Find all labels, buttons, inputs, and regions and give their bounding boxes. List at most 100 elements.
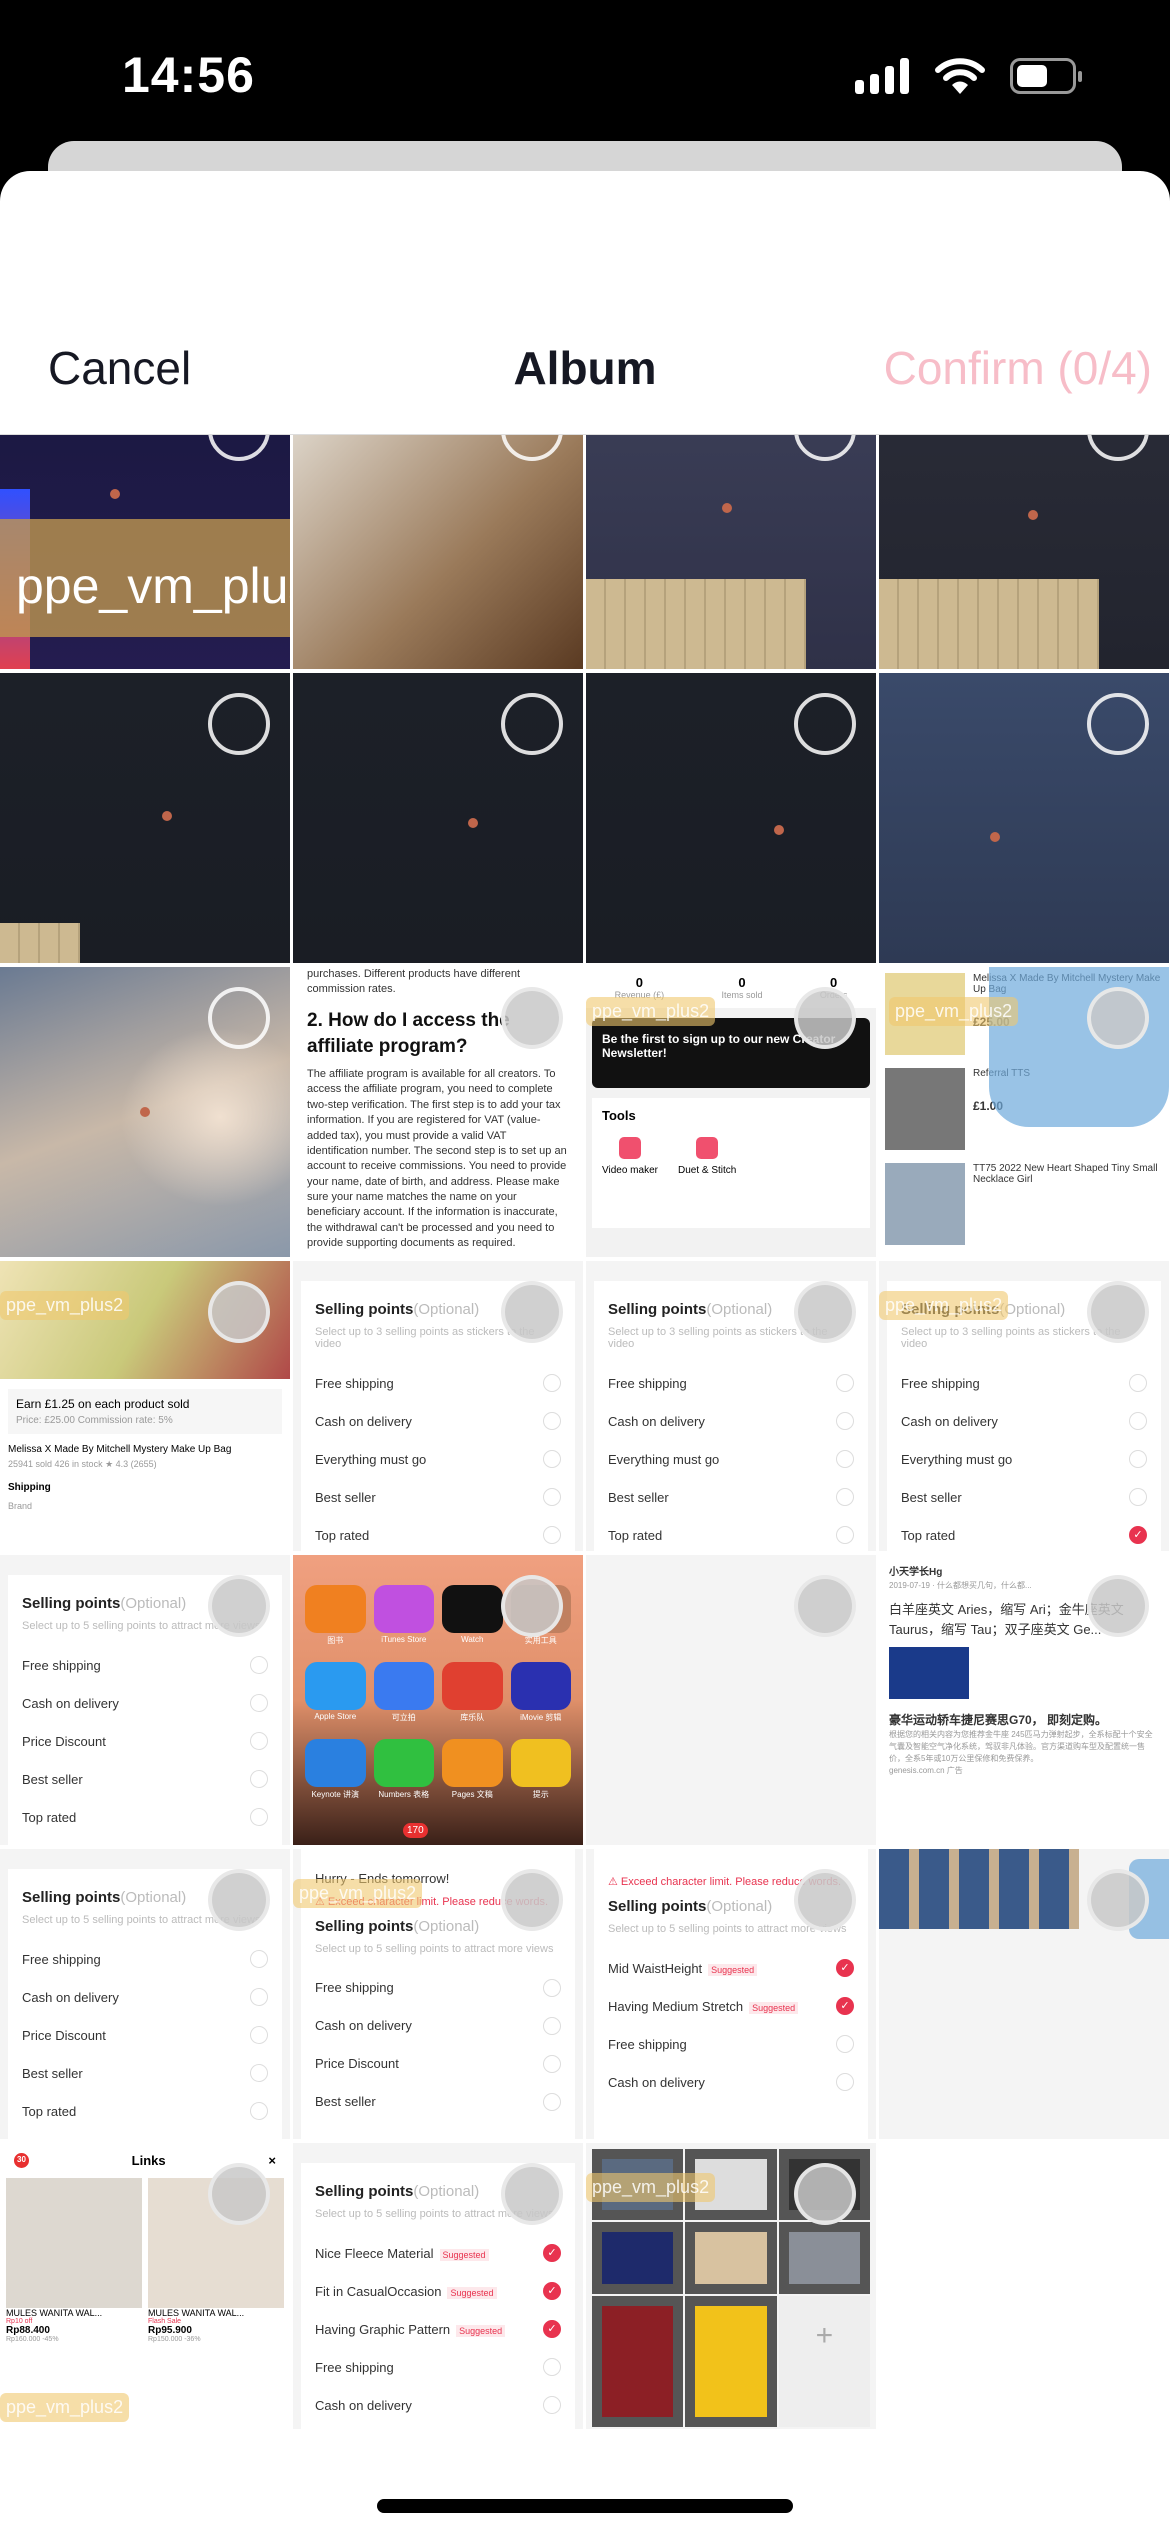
selling-point-option[interactable]: Price Discount (22, 1722, 268, 1760)
album-cell-article[interactable]: 小天学长Hg 2019-07-19 · 什么都想买几句，什么都... 白羊座英文 A… (879, 1555, 1169, 1845)
selling-point-option[interactable]: Free shipping (608, 2025, 854, 2063)
radio-icon[interactable] (836, 1412, 854, 1430)
selling-point-option[interactable]: Everything must go (901, 1440, 1147, 1478)
album-cell-selling[interactable]: Hurry - Ends tomorrow!⚠ Exceed character… (293, 1849, 583, 2139)
select-circle-icon[interactable] (208, 1281, 270, 1343)
selling-point-option[interactable]: Free shipping (315, 2348, 561, 2386)
radio-icon[interactable] (543, 2054, 561, 2073)
shipping-label[interactable]: Shipping (0, 1474, 290, 1501)
select-circle-icon[interactable] (208, 987, 270, 1049)
album-cell-selling[interactable]: Selling points(Optional) Select up to 5 s… (0, 1555, 290, 1845)
radio-icon[interactable] (543, 1374, 561, 1392)
album-cell-faq[interactable]: purchases. Different products have diffe… (293, 967, 583, 1257)
selling-point-option[interactable]: Cash on delivery (315, 2386, 561, 2424)
album-cell-photo[interactable] (0, 673, 290, 963)
album-cell-photo[interactable] (0, 967, 290, 1257)
radio-icon[interactable] (543, 1526, 561, 1544)
radio-icon[interactable] (250, 2064, 268, 2082)
checked-icon[interactable]: ✓ (543, 2282, 561, 2300)
photo-grid[interactable]: ppe_vm_plus2 purchases. Different product… (0, 434, 1170, 2429)
checked-icon[interactable]: ✓ (836, 1997, 854, 2015)
tool-item[interactable]: Duet & Stitch (678, 1137, 736, 1176)
radio-icon[interactable] (543, 1488, 561, 1506)
selling-point-option[interactable]: Cash on delivery (315, 1402, 561, 1440)
selling-point-option[interactable]: Cash on delivery (22, 1978, 268, 2016)
album-cell-photo[interactable] (586, 435, 876, 669)
selling-point-option[interactable]: Cash on delivery (608, 2063, 854, 2101)
selling-point-option[interactable]: Nice Fleece Material Suggested ✓ (315, 2234, 561, 2272)
album-cell-blank[interactable] (586, 1555, 876, 1845)
selling-point-option[interactable]: Best seller (22, 2054, 268, 2092)
selling-point-option[interactable]: Top rated (22, 1798, 268, 1836)
radio-icon[interactable] (250, 1770, 268, 1788)
select-circle-icon[interactable] (1087, 1281, 1149, 1343)
album-cell-photo[interactable] (293, 435, 583, 669)
select-circle-icon[interactable] (208, 1575, 270, 1637)
select-circle-icon[interactable] (1087, 987, 1149, 1049)
selling-point-option[interactable]: Top rated (315, 1516, 561, 1551)
selling-point-option[interactable]: Cash on delivery (22, 1684, 268, 1722)
checked-icon[interactable]: ✓ (543, 2320, 561, 2338)
select-circle-icon[interactable] (794, 2163, 856, 2225)
album-cell-photo[interactable]: ppe_vm_plus2 (0, 435, 290, 669)
selling-point-option[interactable]: Cash on delivery (901, 1402, 1147, 1440)
select-circle-icon[interactable] (794, 987, 856, 1049)
selling-point-option[interactable]: Best seller (901, 1478, 1147, 1516)
selling-point-option[interactable]: Top rated (608, 1516, 854, 1551)
tool-item[interactable]: Video maker (602, 1137, 658, 1176)
select-circle-icon[interactable] (794, 693, 856, 755)
selling-point-option[interactable]: Free shipping (608, 1364, 854, 1402)
close-icon[interactable]: × (268, 2153, 276, 2168)
select-circle-icon[interactable] (1087, 1575, 1149, 1637)
selling-point-option[interactable]: Free shipping (22, 1646, 268, 1684)
select-circle-icon[interactable] (1087, 693, 1149, 755)
radio-icon[interactable] (543, 2092, 561, 2111)
selling-point-option[interactable]: Price Discount (22, 2016, 268, 2054)
album-cell-links[interactable]: 30 Links × MULES WANITA WAL... Rp10 off Rp88.… (0, 2143, 290, 2429)
radio-icon[interactable] (836, 1374, 854, 1392)
album-cell-photo[interactable] (586, 673, 876, 963)
album-cell-selling[interactable]: Selling points(Optional)Select up to 3 s… (879, 1261, 1169, 1551)
radio-icon[interactable] (836, 2035, 854, 2053)
radio-icon[interactable] (250, 1988, 268, 2006)
album-cell-photo[interactable] (879, 435, 1169, 669)
radio-icon[interactable] (543, 2396, 561, 2414)
album-cell-dashboard[interactable]: 0Revenue (£)0Items sold0OrdersBe the fir… (586, 967, 876, 1257)
album-cell-selling[interactable]: Selling points(Optional)Select up to 3 s… (586, 1261, 876, 1551)
selling-point-option[interactable]: Everything must go (608, 1440, 854, 1478)
radio-icon[interactable] (543, 2358, 561, 2376)
checked-icon[interactable]: ✓ (836, 1959, 854, 1977)
selling-point-option[interactable]: Best seller (315, 1478, 561, 1516)
selling-point-option[interactable]: Mid WaistHeight Suggested ✓ (608, 1949, 854, 1987)
selling-point-option[interactable]: Free shipping (315, 1969, 561, 2007)
select-circle-icon[interactable] (208, 1869, 270, 1931)
selling-point-option[interactable]: Best seller (608, 1478, 854, 1516)
select-circle-icon[interactable] (1087, 1869, 1149, 1931)
selling-point-option[interactable]: Top rated (22, 2092, 268, 2130)
album-cell-selling[interactable]: ⚠ Exceed character limit. Please reduce … (586, 1849, 876, 2139)
album-cell-selling[interactable]: Selling points(Optional) Select up to 5 s… (293, 2143, 583, 2429)
selling-point-option[interactable]: Having Graphic Pattern Suggested ✓ (315, 2310, 561, 2348)
selling-point-option[interactable]: Free shipping (315, 1364, 561, 1402)
album-cell-jeans[interactable] (879, 1849, 1169, 2139)
select-circle-icon[interactable] (501, 1281, 563, 1343)
selling-point-option[interactable]: Cash on delivery (315, 2007, 561, 2045)
album-cell-homescreen[interactable]: 图书 iTunes Store Watch 实用工具 Apple Store 可立拍 库乐队… (293, 1555, 583, 1845)
radio-icon[interactable] (250, 1808, 268, 1826)
radio-icon[interactable] (836, 2073, 854, 2091)
select-circle-icon[interactable] (794, 1281, 856, 1343)
album-cell-hoodies[interactable]: + ppe_vm_plus2 (586, 2143, 876, 2429)
confirm-button[interactable]: Confirm (0/4) (884, 341, 1152, 395)
checked-icon[interactable]: ✓ (543, 2244, 561, 2262)
select-circle-icon[interactable] (501, 987, 563, 1049)
link-product[interactable]: MULES WANITA WAL... Rp10 off Rp88.400 Rp160… (6, 2178, 142, 2343)
selling-point-option[interactable]: Cash on delivery (608, 1402, 854, 1440)
album-cell-selling[interactable]: Selling points(Optional)Select up to 3 s… (293, 1261, 583, 1551)
radio-icon[interactable] (836, 1526, 854, 1544)
album-cell-photo[interactable] (293, 673, 583, 963)
radio-icon[interactable] (836, 1488, 854, 1506)
selling-point-option[interactable]: Having Medium Stretch Suggested ✓ (608, 1987, 854, 2025)
selling-point-option[interactable]: Free shipping (901, 1364, 1147, 1402)
album-cell-product-detail[interactable]: Earn £1.25 on each product sold Price: £2… (0, 1261, 290, 1551)
selling-point-option[interactable]: Best seller (315, 2083, 561, 2121)
